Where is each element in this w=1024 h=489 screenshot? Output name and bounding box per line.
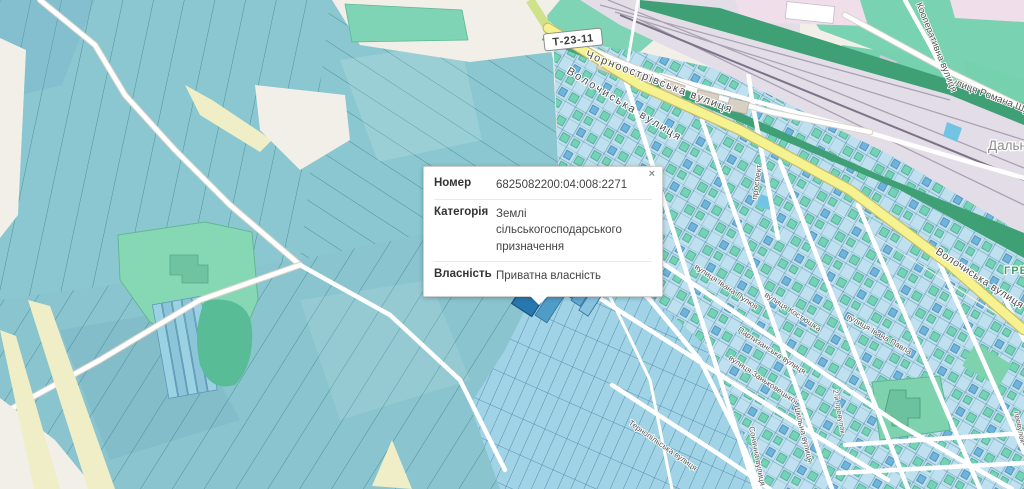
close-icon[interactable]: ×: [649, 169, 655, 180]
place-label-dalni: Дальні: [988, 138, 1024, 153]
popup-row-number: Номер 6825082200:04:008:2271: [434, 171, 652, 199]
popup-label-ownership: Власність: [434, 268, 496, 285]
popup-label-number: Номер: [434, 177, 496, 194]
popup-row-ownership: Власність Приватна власність: [434, 261, 652, 290]
popup-value-number: 6825082200:04:008:2271: [496, 177, 652, 194]
popup-label-category: Категорія: [434, 206, 496, 256]
popup-pointer: [530, 296, 548, 305]
place-label-hrechany: ГРЕЧАНИ: [1004, 265, 1024, 277]
popup-value-ownership: Приватна власність: [496, 268, 652, 285]
popup-row-category: Категорія Землі сільськогосподарського п…: [434, 199, 652, 261]
parcel-info-popup: × Номер 6825082200:04:008:2271 Категорія…: [423, 166, 663, 297]
popup-value-category: Землі сільськогосподарського призначення: [496, 206, 652, 256]
